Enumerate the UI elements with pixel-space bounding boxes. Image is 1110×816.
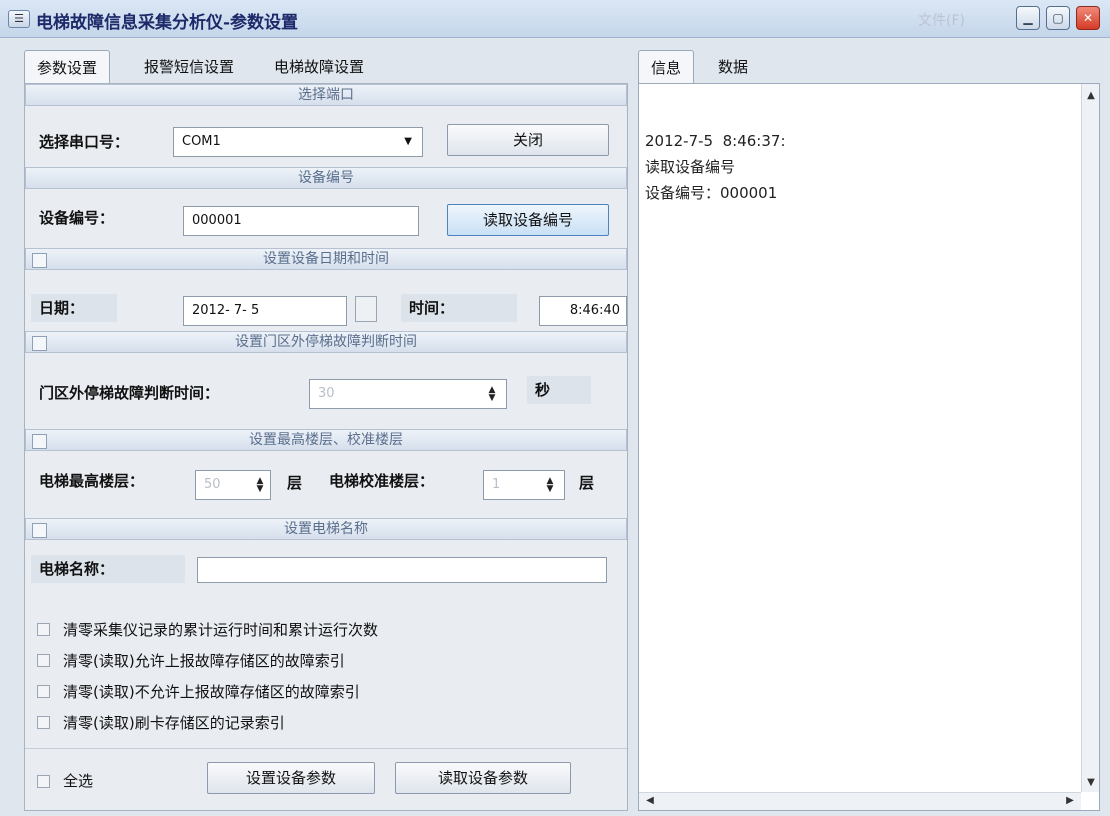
elevator-name-section-checkbox[interactable] — [32, 523, 47, 538]
datetime-section-checkbox[interactable] — [32, 253, 47, 268]
scroll-left-icon[interactable]: ◀ — [641, 795, 659, 806]
section-header-door-stop: 设置门区外停梯故障判断时间 — [25, 331, 627, 353]
maximize-icon[interactable]: ▢ — [1046, 6, 1070, 30]
vertical-scrollbar[interactable]: ▲ ▼ — [1081, 84, 1099, 792]
date-input[interactable]: 2012- 7- 5 — [183, 296, 347, 326]
option-checkbox[interactable] — [37, 685, 50, 698]
date-picker-icon[interactable] — [355, 296, 377, 322]
tab-data[interactable]: 数据 — [706, 50, 760, 84]
window-title: 电梯故障信息采集分析仪-参数设置 — [36, 13, 299, 33]
section-header-datetime: 设置设备日期和时间 — [25, 248, 627, 270]
option-label: 清零(读取)刷卡存储区的记录索引 — [63, 714, 285, 732]
door-stop-spinner-icon[interactable]: ▲ ▼ — [485, 386, 499, 403]
read-device-params-button[interactable]: 读取设备参数 — [395, 762, 571, 794]
option-label: 清零(读取)允许上报故障存储区的故障索引 — [63, 652, 345, 670]
section-header-floors: 设置最高楼层、校准楼层 — [25, 429, 627, 451]
option-checkbox[interactable] — [37, 716, 50, 729]
option-checkbox[interactable] — [37, 623, 50, 636]
door-stop-section-checkbox[interactable] — [32, 336, 47, 351]
log-line: 设备编号：000001 — [645, 184, 778, 202]
device-id-label: 设备编号： — [39, 209, 115, 227]
horizontal-scrollbar[interactable]: ◀ ▶ — [639, 792, 1081, 810]
log-text: 2012-7-5 8:46:37: 读取设备编号 设备编号：000001 — [645, 128, 786, 206]
section-title: 设置电梯名称 — [284, 521, 368, 537]
option-label: 清零采集仪记录的累计运行时间和累计运行次数 — [63, 621, 379, 639]
elevator-name-label: 电梯名称： — [31, 555, 185, 583]
scroll-right-icon[interactable]: ▶ — [1061, 795, 1079, 806]
parameter-settings-panel: 选择端口 选择串口号： COM1 ▼ 关闭 设备编号 设备编号： 000001 … — [24, 83, 628, 811]
door-stop-label: 门区外停梯故障判断时间： — [39, 384, 220, 402]
title-bar: ☰ 电梯故障信息采集分析仪-参数设置 文件(F) ▁ ▢ ✕ — [0, 0, 1110, 38]
left-tab-strip: 参数设置 报警短信设置 电梯故障设置 — [24, 50, 628, 85]
tab-elevator-fault-settings[interactable]: 电梯故障设置 — [262, 50, 376, 84]
section-header-device: 设备编号 — [25, 167, 627, 189]
time-input[interactable]: 8:46:40 — [539, 296, 627, 326]
system-menu-icon[interactable]: ☰ — [8, 10, 30, 28]
section-title: 设置设备日期和时间 — [263, 251, 389, 267]
door-stop-input[interactable]: 30 — [309, 379, 507, 409]
info-panel[interactable]: 2012-7-5 8:46:37: 读取设备编号 设备编号：000001 ▲ ▼… — [638, 83, 1100, 811]
device-id-input[interactable]: 000001 — [183, 206, 419, 236]
max-floor-spinner-icon[interactable]: ▲ ▼ — [253, 477, 267, 494]
divider — [25, 748, 627, 749]
right-tab-strip: 信息 数据 — [638, 50, 1100, 85]
tab-alarm-sms-settings[interactable]: 报警短信设置 — [132, 50, 246, 84]
select-all-label: 全选 — [63, 772, 94, 790]
option-label: 清零(读取)不允许上报故障存储区的故障索引 — [63, 683, 360, 701]
calibration-floor-unit: 层 — [579, 474, 595, 492]
max-floor-label: 电梯最高楼层： — [39, 472, 145, 490]
port-value: COM1 — [182, 134, 221, 149]
file-menu[interactable]: 文件(F) — [918, 10, 965, 30]
close-port-button[interactable]: 关闭 — [447, 124, 609, 156]
tab-info[interactable]: 信息 — [638, 50, 695, 85]
scroll-down-icon[interactable]: ▼ — [1082, 777, 1100, 788]
set-device-params-button[interactable]: 设置设备参数 — [207, 762, 375, 794]
read-device-id-button[interactable]: 读取设备编号 — [447, 204, 609, 236]
chevron-down-icon: ▼ — [404, 136, 412, 147]
section-title: 选择端口 — [298, 87, 354, 103]
port-select[interactable]: COM1 ▼ — [173, 127, 423, 157]
section-header-elevator-name: 设置电梯名称 — [25, 518, 627, 540]
section-title: 设备编号 — [298, 170, 354, 186]
minimize-icon[interactable]: ▁ — [1016, 6, 1040, 30]
floors-section-checkbox[interactable] — [32, 434, 47, 449]
tab-parameter-settings[interactable]: 参数设置 — [24, 50, 111, 85]
close-icon[interactable]: ✕ — [1076, 6, 1100, 30]
log-line: 读取设备编号 — [645, 158, 736, 176]
scroll-up-icon[interactable]: ▲ — [1082, 90, 1100, 101]
port-label: 选择串口号： — [39, 133, 130, 151]
section-title: 设置门区外停梯故障判断时间 — [235, 334, 417, 350]
calibration-floor-spinner-icon[interactable]: ▲ ▼ — [543, 477, 557, 494]
elevator-name-input[interactable] — [197, 557, 607, 583]
section-header-port: 选择端口 — [25, 84, 627, 106]
log-line: 2012-7-5 8:46:37: — [645, 132, 786, 150]
time-label: 时间： — [401, 294, 517, 322]
max-floor-unit: 层 — [287, 474, 303, 492]
date-label: 日期： — [31, 294, 117, 322]
option-checkbox[interactable] — [37, 654, 50, 667]
select-all-checkbox[interactable] — [37, 775, 50, 788]
calibration-floor-label: 电梯校准楼层： — [329, 472, 435, 490]
door-stop-unit: 秒 — [527, 376, 591, 404]
section-title: 设置最高楼层、校准楼层 — [249, 432, 403, 448]
